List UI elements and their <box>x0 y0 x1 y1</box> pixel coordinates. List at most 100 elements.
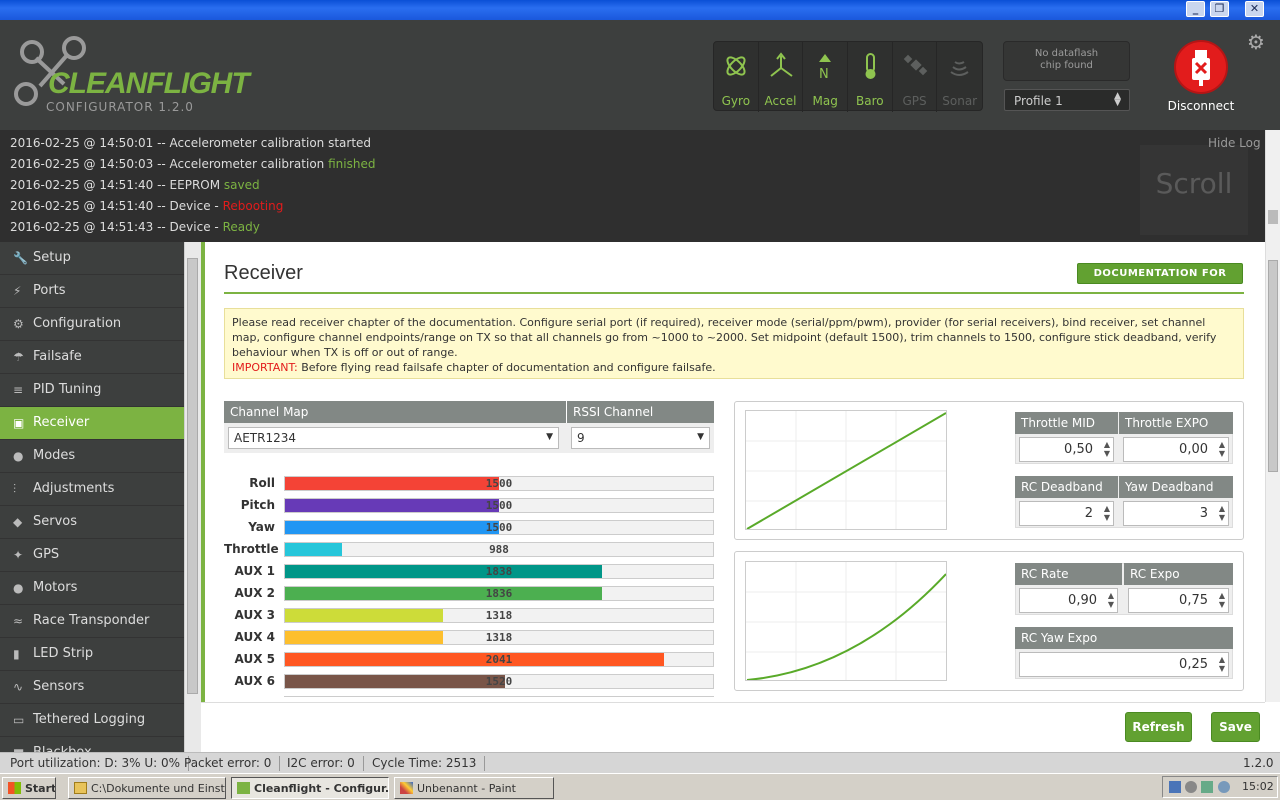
rc-yaw-expo-label: RC Yaw Expo <box>1015 627 1233 649</box>
sidebar-item-label: Servos <box>33 514 78 529</box>
channel-bar: 1500 <box>284 498 714 513</box>
sidebar-item-motors[interactable]: ● Motors <box>0 572 184 605</box>
receiver-note: Please read receiver chapter of the docu… <box>224 308 1244 379</box>
spinner-icon[interactable]: ▲ ▼ <box>1219 591 1225 609</box>
sidebar-item-modes[interactable]: ● Modes <box>0 440 184 473</box>
sidebar-item-label: Configuration <box>33 316 122 331</box>
spinner-icon[interactable]: ▲ ▼ <box>1104 504 1110 522</box>
sensor-label: Mag <box>812 94 838 108</box>
sidebar-item-configuration[interactable]: ⚙ Configuration <box>0 308 184 341</box>
rssi-channel-select[interactable]: 9 ▼ <box>571 427 710 449</box>
tray-device-icon[interactable] <box>1201 781 1213 793</box>
yaw-deadband-label: Yaw Deadband <box>1119 476 1233 498</box>
tray-app-icon[interactable] <box>1185 781 1197 793</box>
sidebar-nav: 🔧 Setup ⚡ Ports ⚙ Configuration ☂ Failsafe ≡ PID … <box>0 242 184 752</box>
close-button[interactable]: ✕ <box>1245 1 1264 17</box>
maximize-button[interactable]: ❐ <box>1210 1 1229 17</box>
i2c-error: I2C error: 0 <box>287 756 364 771</box>
sidebar-item-failsafe[interactable]: ☂ Failsafe <box>0 341 184 374</box>
profile-select[interactable]: Profile 1 ▲ ▼ <box>1004 89 1130 111</box>
sidebar-scroll-thumb[interactable] <box>187 258 198 694</box>
task-explorer[interactable]: C:\Dokumente und Einst... <box>68 777 226 799</box>
dataflash-line1: No dataflash <box>1034 48 1099 59</box>
channel-bar: 1838 <box>284 564 714 579</box>
sidebar-item-label: Race Transponder <box>33 613 150 628</box>
sidebar-item-pid-tuning[interactable]: ≡ PID Tuning <box>0 374 184 407</box>
sidebar-item-ports[interactable]: ⚡ Ports <box>0 275 184 308</box>
channel-map-header: Channel Map <box>224 401 566 423</box>
task-cleanflight[interactable]: Cleanflight - Configur... <box>231 777 389 799</box>
rc-expo-input[interactable]: 0,75 ▲ ▼ <box>1128 588 1229 613</box>
cycle-time: Cycle Time: 2513 <box>372 756 486 771</box>
logging-icon: ▭ <box>13 713 25 727</box>
paint-icon <box>400 782 413 794</box>
channel-value: 1838 <box>485 565 513 578</box>
hide-log-link[interactable]: Hide Log <box>1208 136 1261 150</box>
sidebar-item-servos[interactable]: ◆ Servos <box>0 506 184 539</box>
disconnect-label[interactable]: Disconnect <box>1160 99 1242 113</box>
sensor-gyro: Gyro <box>714 42 759 112</box>
task-paint[interactable]: Unbenannt - Paint <box>394 777 554 799</box>
main-scrollbar[interactable] <box>1265 130 1280 702</box>
volume-icon[interactable] <box>1218 781 1230 793</box>
main-scroll-thumb[interactable] <box>1268 260 1278 472</box>
channel-label: AUX 1 <box>234 564 275 578</box>
rc-yaw-expo-input[interactable]: 0,25 ▲ ▼ <box>1019 652 1229 677</box>
settings-gear-icon[interactable]: ⚙ <box>1247 30 1265 54</box>
select-arrows-icon: ▲ ▼ <box>1114 91 1121 108</box>
sidebar-item-setup[interactable]: 🔧 Setup <box>0 242 184 275</box>
channel-value: 1500 <box>485 477 513 490</box>
channel-bar: 2041 <box>284 652 714 667</box>
throttle-expo-input[interactable]: 0,00 ▲ ▼ <box>1123 437 1229 462</box>
sidebar-item-led-strip[interactable]: ▮ LED Strip <box>0 638 184 671</box>
status-bar: Port utilization: D: 3% U: 0% Packet err… <box>0 752 1280 773</box>
channel-label: AUX 5 <box>234 652 275 666</box>
spinner-icon[interactable]: ▲ ▼ <box>1219 655 1225 673</box>
spinner-icon[interactable]: ▲ ▼ <box>1219 504 1225 522</box>
status-version: 1.2.0 <box>1243 756 1274 770</box>
channel-bar: 988 <box>284 542 714 557</box>
sensor-status-panel: Gyro Accel N Mag Baro GPS Sonar <box>713 41 983 112</box>
minimize-button[interactable]: _ <box>1186 1 1205 17</box>
start-button[interactable]: Start <box>2 777 56 799</box>
title-divider <box>224 292 1244 294</box>
yaw-deadband-input[interactable]: 3 ▲ ▼ <box>1123 501 1229 526</box>
log-line: 2016-02-25 @ 14:51:40 -- EEPROM saved <box>10 178 260 192</box>
page-title: Receiver <box>224 262 303 284</box>
sidebar-scrollbar[interactable] <box>184 242 201 752</box>
channel-map-input[interactable]: AETR1234 ▼ <box>228 427 559 449</box>
sidebar-item-blackbox[interactable]: ■Blackbox <box>0 737 184 752</box>
adjustments-icon: ⫶ <box>13 482 17 496</box>
sidebar-item-label: Tethered Logging <box>33 712 146 727</box>
sensor-label: Accel <box>764 94 797 108</box>
sensor-gps: GPS <box>893 42 938 112</box>
spinner-icon[interactable]: ▲ ▼ <box>1219 440 1225 458</box>
sidebar-item-label: Adjustments <box>33 481 115 496</box>
sidebar-item-gps[interactable]: ✦ GPS <box>0 539 184 572</box>
sidebar-item-label: PID Tuning <box>33 382 102 397</box>
network-icon[interactable] <box>1169 781 1181 793</box>
packet-error: Packet error: 0 <box>184 756 281 771</box>
channel-value: 1500 <box>485 499 513 512</box>
baro-icon <box>865 53 876 79</box>
channel-bar: 1500 <box>284 476 714 491</box>
sidebar-item-receiver[interactable]: ▣ Receiver <box>0 407 184 440</box>
sidebar-item-race-transponder[interactable]: ≈ Race Transponder <box>0 605 184 638</box>
save-button[interactable]: Save <box>1211 712 1260 742</box>
throttle-mid-input[interactable]: 0,50 ▲ ▼ <box>1019 437 1114 462</box>
svg-text:N: N <box>819 67 829 80</box>
channel-label: Throttle <box>224 542 279 556</box>
log-scroll-thumb[interactable] <box>1268 210 1278 224</box>
sensor-baro: Baro <box>848 42 893 112</box>
sidebar-item-sensors[interactable]: ∿ Sensors <box>0 671 184 704</box>
documentation-button[interactable]: DOCUMENTATION FOR 1.0.0 <box>1077 263 1243 298</box>
spinner-icon[interactable]: ▲ ▼ <box>1108 591 1114 609</box>
disconnect-button[interactable] <box>1174 40 1228 94</box>
sidebar-item-adjustments[interactable]: ⫶ Adjustments <box>0 473 184 506</box>
sidebar-item-tethered-logging[interactable]: ▭ Tethered Logging <box>0 704 184 737</box>
rc-deadband-input[interactable]: 2 ▲ ▼ <box>1019 501 1114 526</box>
rc-rate-input[interactable]: 0,90 ▲ ▼ <box>1019 588 1118 613</box>
refresh-button[interactable]: Refresh <box>1125 712 1192 742</box>
log-panel: 2016-02-25 @ 14:50:01 -- Accelerometer c… <box>0 130 1280 242</box>
spinner-icon[interactable]: ▲ ▼ <box>1104 440 1110 458</box>
